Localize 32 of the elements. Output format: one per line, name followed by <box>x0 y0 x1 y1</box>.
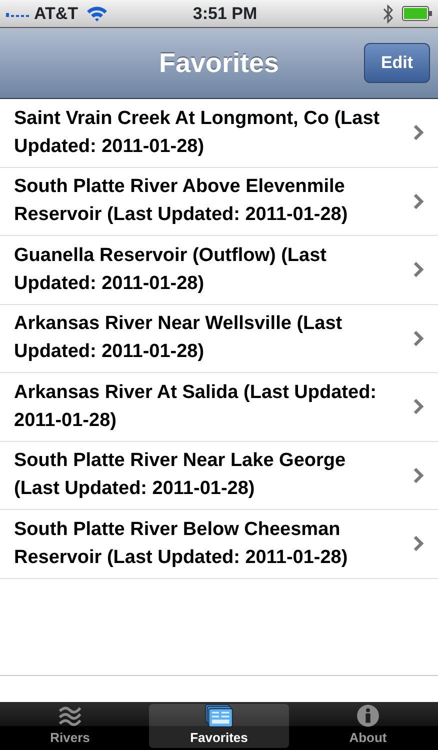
favorite-label: South Platte River Above Elevenmile Reservoir (Last Updated: 2011-01-28) <box>14 175 349 228</box>
favorite-label: South Platte River Below Cheesman Reservoir (Last Updated: 2011-01-28) <box>14 518 349 570</box>
wifi-icon <box>86 5 108 22</box>
favorite-label: Saint Vrain Creek At Longmont, Co (Last Updated: 2011-01-28) <box>14 106 381 159</box>
list-row[interactable]: Arkansas River At Salida (Last Updated: 2011-01-28) <box>0 373 438 442</box>
chevron-icon <box>413 535 424 552</box>
favorite-label: Arkansas River At Salida (Last Updated: 2011-01-28) <box>14 380 378 433</box>
list-row[interactable]: South Platte River Near Lake George (Last Updated: 2011-01-28) <box>0 442 438 510</box>
nav-title: Favorites <box>158 46 280 80</box>
chevron-icon <box>413 398 424 416</box>
tab-item[interactable]: About <box>298 704 438 748</box>
time-label: 3:51 PM <box>192 4 258 23</box>
battery-icon <box>402 6 432 21</box>
carrier-label: AT&T <box>34 2 78 25</box>
bluetooth-icon <box>382 4 394 24</box>
favorite-label: Guanella Reservoir (Outflow) (Last Updated: 2011-01-28) <box>14 244 328 296</box>
edit-button[interactable]: Edit <box>364 43 430 83</box>
list-row[interactable]: Saint Vrain Creek At Longmont, Co (Last Updated: 2011-01-28) <box>0 99 438 168</box>
chevron-icon <box>413 466 424 484</box>
list-row[interactable]: South Platte River Above Elevenmile Reservoir (Last Updated: 2011-01-28) <box>0 168 438 236</box>
chevron-icon <box>413 192 424 210</box>
list-row[interactable]: Guanella Reservoir (Outflow) (Last Updated: 2011-01-28) <box>0 236 438 304</box>
chevron-icon <box>413 124 424 142</box>
tab-item[interactable]: Favorites <box>149 704 289 748</box>
signal-icon <box>6 10 30 16</box>
chevron-icon <box>413 330 424 347</box>
list-row[interactable]: South Platte River Below Cheesman Reservoir (Last Updated: 2011-01-28) <box>0 510 438 578</box>
favorite-label: Arkansas River Near Wellsville (Last Updated: 2011-01-28) <box>14 312 344 364</box>
tab-item[interactable]: Rivers <box>0 704 140 748</box>
chevron-icon <box>413 261 424 278</box>
list-row[interactable]: Arkansas River Near Wellsville (Last Updated: 2011-01-28) <box>0 304 438 373</box>
favorite-label: South Platte River Near Lake George (Last Updated: 2011-01-28) <box>14 449 347 502</box>
